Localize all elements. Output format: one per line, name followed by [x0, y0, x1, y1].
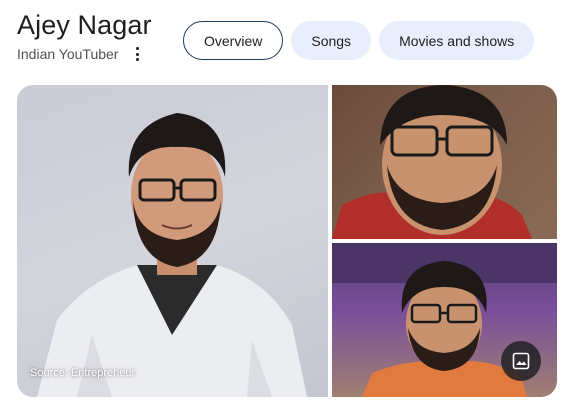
main-image[interactable]: Source: Entrepreneur — [17, 85, 328, 397]
entity-header: Ajey Nagar Indian YouTuber — [17, 8, 152, 62]
image-source-label: Source: Entrepreneur — [30, 367, 136, 379]
image-glyph — [512, 352, 530, 370]
tab-overview[interactable]: Overview — [183, 21, 284, 60]
tab-songs[interactable]: Songs — [291, 21, 372, 60]
knowledge-panel-header: Ajey Nagar Indian YouTuber Overview Song… — [0, 0, 568, 413]
top-right-image[interactable] — [332, 85, 557, 239]
portrait-photo — [37, 113, 307, 397]
entity-title: Ajey Nagar — [17, 10, 152, 40]
tab-chips: Overview Songs Movies and shows — [183, 21, 535, 60]
image-icon[interactable] — [501, 341, 541, 381]
bottom-right-image[interactable] — [332, 243, 557, 397]
image-gallery: Source: Entrepreneur — [17, 85, 557, 397]
tab-movies-and-shows[interactable]: Movies and shows — [379, 21, 535, 60]
entity-subtitle-row: Indian YouTuber — [17, 46, 152, 62]
more-vert-icon[interactable] — [130, 46, 144, 62]
portrait-photo — [332, 85, 532, 239]
entity-subtitle: Indian YouTuber — [17, 46, 119, 62]
